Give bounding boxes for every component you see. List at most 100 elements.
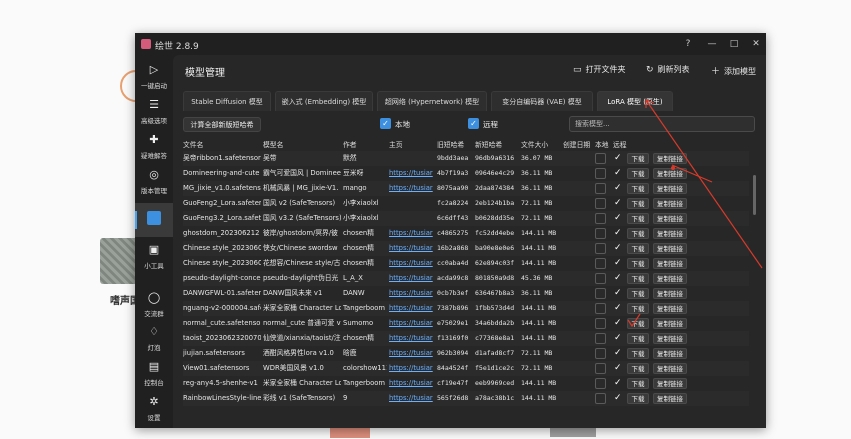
- remote-status-check[interactable]: ✓: [614, 227, 622, 239]
- download-button[interactable]: 下载: [627, 153, 649, 164]
- download-button[interactable]: 下载: [627, 348, 649, 359]
- local-status-checkbox[interactable]: [595, 363, 606, 374]
- local-status-checkbox[interactable]: [595, 258, 606, 269]
- local-status-checkbox[interactable]: [595, 183, 606, 194]
- copy-link-button[interactable]: 复制链接: [653, 213, 687, 224]
- download-button[interactable]: 下载: [627, 213, 649, 224]
- remote-status-check[interactable]: ✓: [614, 332, 622, 344]
- download-button[interactable]: 下载: [627, 378, 649, 389]
- sidebar-item-versions[interactable]: ◎ 版本管理: [135, 166, 173, 200]
- cell-home[interactable]: [389, 151, 435, 166]
- cell-home[interactable]: https://tusiar: [389, 346, 435, 361]
- download-button[interactable]: 下载: [627, 363, 649, 374]
- copy-link-button[interactable]: 复制链接: [653, 228, 687, 239]
- copy-link-button[interactable]: 复制链接: [653, 198, 687, 209]
- add-model-button[interactable]: ＋添加模型: [711, 64, 756, 77]
- sidebar-item-models[interactable]: [135, 203, 173, 237]
- copy-link-button[interactable]: 复制链接: [653, 303, 687, 314]
- local-status-checkbox[interactable]: [595, 213, 606, 224]
- sidebar-item-troubleshoot[interactable]: ✚ 疑难解答: [135, 131, 173, 165]
- copy-link-button[interactable]: 复制链接: [653, 318, 687, 329]
- copy-link-button[interactable]: 复制链接: [653, 183, 687, 194]
- copy-link-button[interactable]: 复制链接: [653, 393, 687, 404]
- search-input[interactable]: 搜索模型...: [569, 116, 755, 132]
- local-status-checkbox[interactable]: [595, 288, 606, 299]
- download-button[interactable]: 下载: [627, 183, 649, 194]
- cell-home[interactable]: https://tusiar: [389, 301, 435, 316]
- download-button[interactable]: 下载: [627, 333, 649, 344]
- local-status-checkbox[interactable]: [595, 333, 606, 344]
- cell-home[interactable]: https://tusiar: [389, 271, 435, 286]
- local-status-checkbox[interactable]: [595, 198, 606, 209]
- close-button[interactable]: ✕: [747, 36, 765, 52]
- remote-status-check[interactable]: ✓: [614, 377, 622, 389]
- local-status-checkbox[interactable]: [595, 393, 606, 404]
- download-button[interactable]: 下载: [627, 288, 649, 299]
- copy-link-button[interactable]: 复制链接: [653, 243, 687, 254]
- local-status-checkbox[interactable]: [595, 228, 606, 239]
- copy-link-button[interactable]: 复制链接: [653, 363, 687, 374]
- table-row[interactable]: GuoFeng3.2_Lora.safet 国风 v3.2 (SafeTensor…: [183, 211, 749, 226]
- local-checkbox[interactable]: ✓: [380, 118, 391, 129]
- table-row[interactable]: Domineering-and-cute 霸气可爱国风 | Dominee 豆米呀 h…: [183, 166, 749, 181]
- table-row[interactable]: pseudo-daylight-conce pseudo-daylight伪日光 L…: [183, 271, 749, 286]
- cell-home[interactable]: https://tusiar: [389, 241, 435, 256]
- local-status-checkbox[interactable]: [595, 348, 606, 359]
- local-status-checkbox[interactable]: [595, 318, 606, 329]
- local-status-checkbox[interactable]: [595, 378, 606, 389]
- table-row[interactable]: MG_jixie_v1.0.safetens 机械风暴 | MG_jixie-V1…: [183, 181, 749, 196]
- calc-hash-button[interactable]: 计算全部新版短哈希: [183, 117, 261, 132]
- copy-link-button[interactable]: 复制链接: [653, 153, 687, 164]
- maximize-button[interactable]: □: [725, 36, 743, 52]
- refresh-button[interactable]: ↻ 刷新列表: [646, 64, 690, 75]
- cell-home[interactable]: [389, 211, 435, 226]
- sidebar-item-tools[interactable]: ▣ 小工具: [135, 241, 173, 275]
- copy-link-button[interactable]: 复制链接: [653, 168, 687, 179]
- cell-home[interactable]: https://tusiar: [389, 391, 435, 406]
- remote-checkbox[interactable]: ✓: [468, 118, 479, 129]
- remote-status-check[interactable]: ✓: [614, 257, 622, 269]
- download-button[interactable]: 下载: [627, 318, 649, 329]
- minimize-button[interactable]: —: [703, 36, 721, 52]
- table-row[interactable]: jiujian.safetensors 酒酣风格男性lora v1.0 晗鹿 http…: [183, 346, 749, 361]
- remote-status-check[interactable]: ✓: [614, 317, 622, 329]
- remote-status-check[interactable]: ✓: [614, 167, 622, 179]
- cell-home[interactable]: https://tusiar: [389, 226, 435, 241]
- table-row[interactable]: 吴帝ribbon1.safetensor 吴带 默然 9bdd3aea 96db9a63…: [183, 151, 749, 166]
- local-status-checkbox[interactable]: [595, 303, 606, 314]
- help-button[interactable]: ?: [679, 36, 697, 52]
- remote-status-check[interactable]: ✓: [614, 287, 622, 299]
- sidebar-item-bulb[interactable]: ♢ 灯泡: [135, 323, 173, 357]
- copy-link-button[interactable]: 复制链接: [653, 333, 687, 344]
- download-button[interactable]: 下载: [627, 228, 649, 239]
- download-button[interactable]: 下载: [627, 393, 649, 404]
- table-row[interactable]: ghostdom_202306212 彼岸/ghostdom/冥界/彼 chosen…: [183, 226, 749, 241]
- sidebar-item-settings[interactable]: ✲ 设置: [135, 393, 173, 427]
- remote-status-check[interactable]: ✓: [614, 347, 622, 359]
- sidebar-item-advanced[interactable]: ☰ 高级选项: [135, 96, 173, 130]
- table-row[interactable]: DANWGFWL-01.safeter DANW国风未来 v1 DANW https:…: [183, 286, 749, 301]
- cell-home[interactable]: [389, 196, 435, 211]
- local-status-checkbox[interactable]: [595, 168, 606, 179]
- remote-status-check[interactable]: ✓: [614, 197, 622, 209]
- cell-home[interactable]: https://tusiar: [389, 166, 435, 181]
- remote-status-check[interactable]: ✓: [614, 182, 622, 194]
- table-row[interactable]: Chinese style_2023060 花想容/Chinese style/古…: [183, 256, 749, 271]
- copy-link-button[interactable]: 复制链接: [653, 378, 687, 389]
- sidebar-item-community[interactable]: ◯ 交流群: [135, 289, 173, 323]
- tab-lora[interactable]: LoRA 模型 (原生): [597, 91, 673, 111]
- sidebar-item-launch[interactable]: ▷ 一键启动: [135, 61, 173, 95]
- cell-home[interactable]: https://tusiar: [389, 376, 435, 391]
- cell-home[interactable]: https://tusiar: [389, 181, 435, 196]
- copy-link-button[interactable]: 复制链接: [653, 273, 687, 284]
- remote-status-check[interactable]: ✓: [614, 242, 622, 254]
- table-row[interactable]: nguang-v2-000004.safe 米家全家桶 Character Lo T…: [183, 301, 749, 316]
- local-status-checkbox[interactable]: [595, 243, 606, 254]
- download-button[interactable]: 下载: [627, 258, 649, 269]
- tab-embedding[interactable]: 嵌入式 (Embedding) 模型: [275, 91, 373, 111]
- open-folder-button[interactable]: ▭ 打开文件夹: [573, 64, 626, 75]
- copy-link-button[interactable]: 复制链接: [653, 288, 687, 299]
- table-row[interactable]: RainbowLinesStyle-line 彩线 v1 (SafeTensors…: [183, 391, 749, 406]
- download-button[interactable]: 下载: [627, 273, 649, 284]
- cell-home[interactable]: https://tusiar: [389, 316, 435, 331]
